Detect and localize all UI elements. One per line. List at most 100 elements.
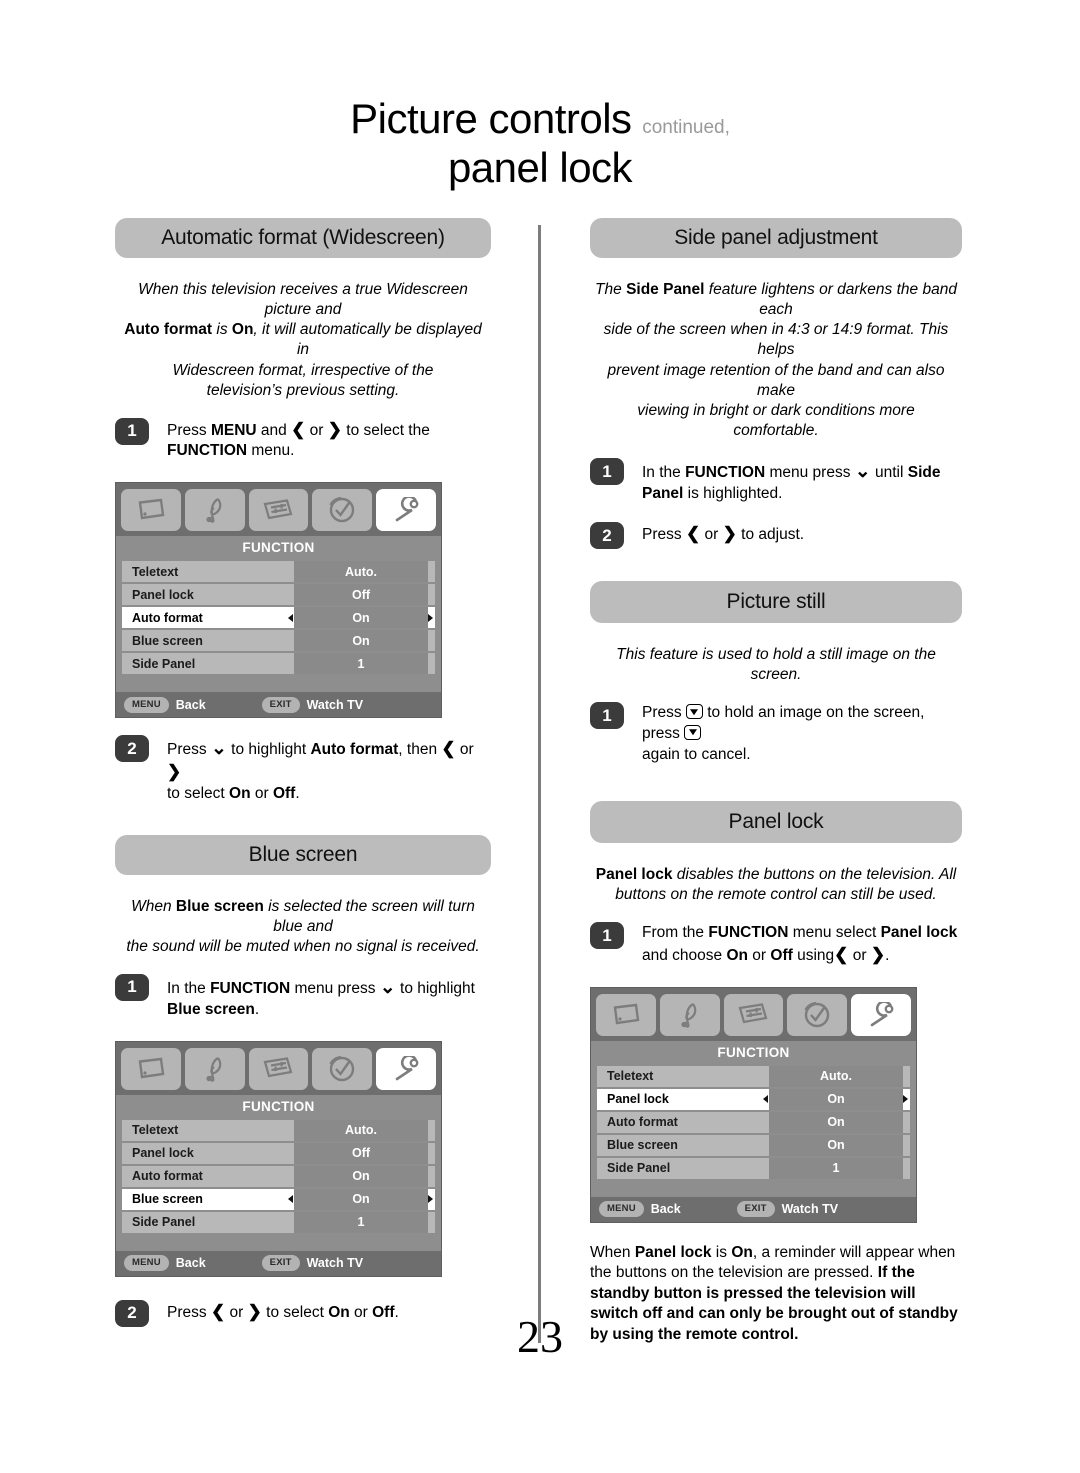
menu-key-label: Back: [175, 697, 206, 712]
picture-icon[interactable]: [121, 489, 181, 532]
table-row[interactable]: Auto format On: [122, 607, 435, 629]
step-bold-blue-screen: Blue screen: [167, 1001, 255, 1019]
intro-line-1: When this television receives a true Wid…: [138, 281, 468, 319]
note-text-when: When: [590, 1243, 635, 1261]
right-arrow-icon: [723, 524, 737, 543]
osd-row-label: Blue screen: [607, 1138, 678, 1153]
osd-row-label: Side Panel: [132, 1215, 196, 1230]
exit-key-pill[interactable]: EXIT: [261, 696, 300, 713]
column-divider: [538, 225, 541, 1343]
menu-key-pill[interactable]: MENU: [124, 696, 169, 713]
osd-row-value: 1: [294, 1211, 428, 1233]
osd-row-value: Off: [294, 584, 428, 606]
table-row[interactable]: Blue screen On: [122, 630, 435, 652]
step-number-badge: 1: [590, 702, 624, 730]
step-text-period: .: [885, 947, 890, 964]
table-row[interactable]: Auto format On: [597, 1111, 910, 1133]
table-row[interactable]: Panel lock Off: [122, 584, 435, 606]
step-blue-screen-1: 1 In the FUNCTION menu press to highligh…: [115, 973, 491, 1021]
osd-row-value: On: [769, 1111, 903, 1133]
step-text-again-cancel: again to cancel.: [642, 745, 751, 763]
table-row[interactable]: Blue screen On: [122, 1188, 435, 1210]
step-bold-panel: Panel: [642, 485, 684, 503]
section-header-automatic-format: Automatic format (Widescreen): [115, 218, 491, 258]
menu-key-pill[interactable]: MENU: [124, 1255, 169, 1272]
step-bold-panel-lock: Panel lock: [880, 924, 958, 942]
table-row[interactable]: Teletext Auto.: [122, 1119, 435, 1141]
setup-icon[interactable]: [851, 993, 911, 1036]
step-text-from-the: From the: [642, 924, 709, 942]
right-arrow-icon: [167, 762, 181, 781]
osd-row-value: On: [294, 1188, 428, 1210]
title-continued-text: continued,: [642, 117, 730, 138]
osd-spacer: [116, 1236, 441, 1251]
step-number-badge: 1: [115, 973, 149, 1001]
intro-bold-on: On: [231, 321, 254, 339]
osd-row-label: Auto format: [607, 1115, 678, 1130]
table-row[interactable]: Teletext Auto.: [122, 561, 435, 583]
intro-bold-auto-format: Auto format: [124, 321, 213, 339]
timer-icon[interactable]: [312, 1047, 373, 1090]
step-side-panel-1: 1 In the FUNCTION menu press until Side …: [590, 457, 962, 505]
side-panel-intro: The Side Panel feature lightens or darke…: [590, 280, 962, 441]
osd-row-label: Panel lock: [607, 1092, 669, 1107]
osd-row-label: Blue screen: [132, 633, 203, 648]
title-line-primary: Picture controls continued,: [0, 98, 1080, 140]
setup-icon[interactable]: [376, 489, 436, 532]
table-row[interactable]: Blue screen On: [597, 1134, 910, 1156]
left-arrow-icon: [834, 945, 848, 964]
note-text-reminder: , a reminder will appear when: [752, 1243, 956, 1261]
step-text-then: , then: [398, 741, 442, 759]
table-row[interactable]: Side Panel 1: [122, 653, 435, 675]
left-column: Automatic format (Widescreen) When this …: [115, 218, 491, 1327]
feature-icon[interactable]: [248, 1047, 309, 1090]
down-key-icon: [685, 704, 703, 720]
menu-key-pill[interactable]: MENU: [599, 1201, 644, 1218]
intro-bold-side-panel: Side Panel: [626, 281, 705, 298]
sound-icon[interactable]: [184, 489, 245, 532]
timer-icon[interactable]: [787, 993, 848, 1036]
table-row[interactable]: Side Panel 1: [597, 1157, 910, 1179]
exit-key-label: Watch TV: [781, 1202, 839, 1217]
osd-spacer: [591, 1182, 916, 1197]
step-text-or: or: [305, 421, 328, 439]
left-caret-icon: [288, 613, 293, 622]
intro-line-4: viewing in bright or dark conditions mor…: [637, 401, 915, 439]
table-row[interactable]: Panel lock On: [597, 1088, 910, 1110]
sound-icon[interactable]: [659, 993, 720, 1036]
table-row[interactable]: Panel lock Off: [122, 1142, 435, 1164]
setup-icon[interactable]: [376, 1047, 436, 1090]
step-bold-auto-format: Auto format: [310, 741, 399, 759]
osd-icon-bar: [116, 1041, 441, 1095]
feature-icon[interactable]: [248, 489, 309, 532]
picture-icon[interactable]: [596, 993, 656, 1036]
down-key-icon: [684, 724, 702, 740]
exit-key-pill[interactable]: EXIT: [736, 1201, 775, 1218]
left-arrow-icon: [686, 524, 700, 543]
step-text-menu-select: menu select: [788, 924, 881, 942]
right-arrow-icon: [328, 420, 342, 439]
table-row[interactable]: Teletext Auto.: [597, 1065, 910, 1087]
timer-icon[interactable]: [312, 489, 373, 532]
picture-icon[interactable]: [121, 1047, 181, 1090]
table-row[interactable]: Side Panel 1: [122, 1211, 435, 1233]
osd-icon-bar: [591, 987, 916, 1041]
right-column: Side panel adjustment The Side Panel fea…: [590, 218, 962, 1346]
step-text: From the FUNCTION menu select Panel lock…: [642, 921, 957, 966]
osd-row-value: Off: [294, 1142, 428, 1164]
exit-key-pill[interactable]: EXIT: [261, 1255, 300, 1272]
intro-line-2: side of the screen when in 4:3 or 14:9 f…: [603, 321, 949, 359]
automatic-format-intro: When this television receives a true Wid…: [115, 280, 491, 401]
exit-key-label: Watch TV: [306, 697, 364, 712]
menu-key-label: Back: [650, 1202, 681, 1217]
step-text: Press to highlight Auto format, then or …: [167, 734, 491, 804]
osd-row-value: Auto.: [294, 1119, 428, 1141]
table-row[interactable]: Auto format On: [122, 1165, 435, 1187]
feature-icon[interactable]: [723, 993, 784, 1036]
step-text: Press to hold an image on the screen, pr…: [642, 701, 962, 765]
step-text: In the FUNCTION menu press until Side Pa…: [642, 457, 941, 505]
step-bold-on: On: [726, 947, 748, 964]
step-text-period: .: [295, 784, 300, 802]
sound-icon[interactable]: [184, 1047, 245, 1090]
step-text-or-2: or: [250, 784, 273, 802]
